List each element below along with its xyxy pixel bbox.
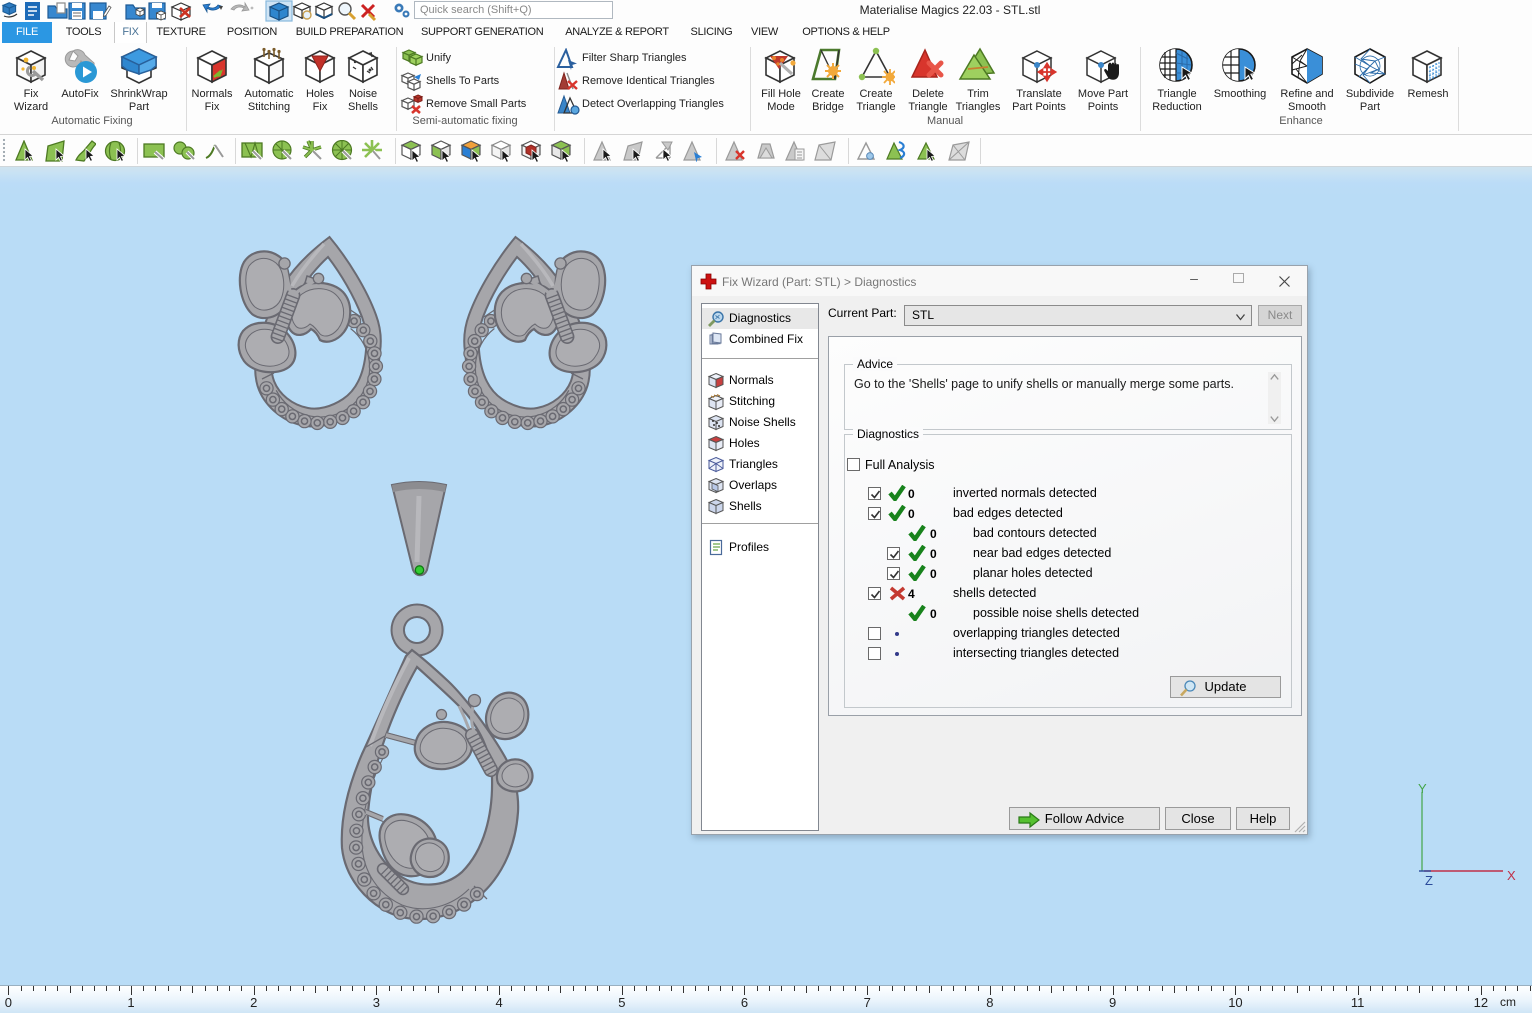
svg-text:Z: Z [1425, 873, 1433, 888]
svg-text:Y: Y [1418, 782, 1427, 796]
svg-text:X: X [1507, 868, 1516, 883]
